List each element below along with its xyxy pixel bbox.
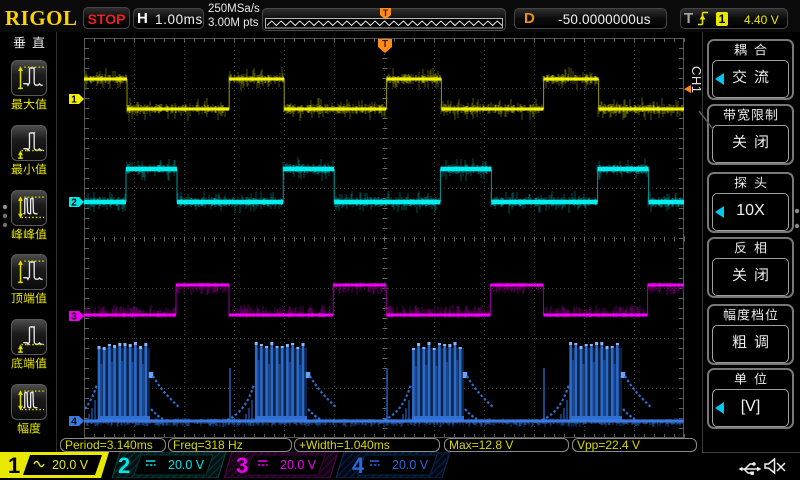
svg-text:T: T: [382, 39, 388, 50]
svg-text:20.0 V: 20.0 V: [280, 458, 317, 472]
svg-text:4: 4: [71, 417, 77, 428]
svg-text:20.0 V: 20.0 V: [52, 458, 89, 472]
svg-text:3: 3: [236, 453, 248, 478]
svg-text:T: T: [383, 8, 389, 18]
svg-text:20.0 V: 20.0 V: [168, 458, 205, 472]
svg-text:20.0 V: 20.0 V: [392, 458, 429, 472]
svg-text:2: 2: [118, 453, 130, 478]
svg-text:1: 1: [71, 95, 77, 106]
svg-text:2: 2: [71, 198, 77, 209]
svg-text:4: 4: [352, 453, 365, 478]
svg-text:3: 3: [71, 312, 77, 323]
svg-text:1: 1: [8, 453, 20, 478]
